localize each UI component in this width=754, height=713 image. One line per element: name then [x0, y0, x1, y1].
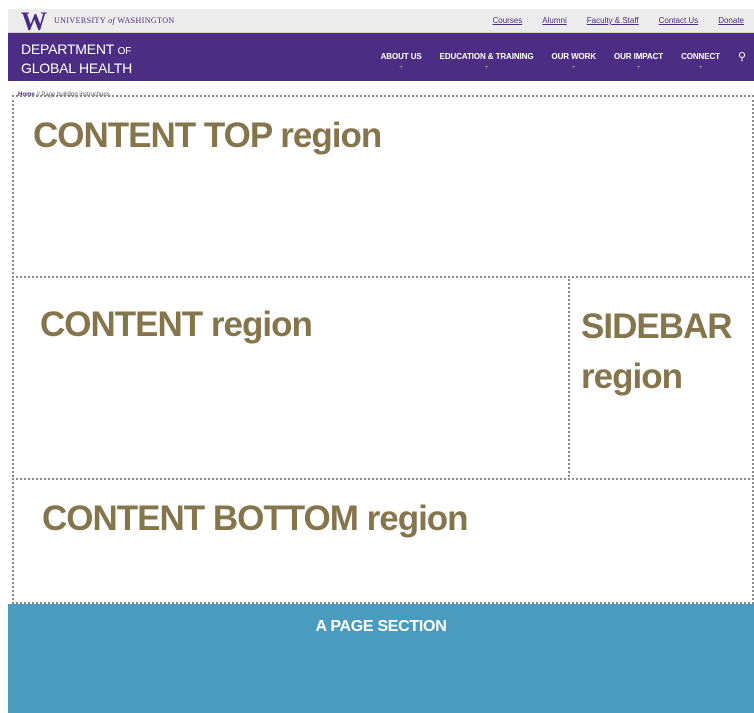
- content-region: CONTENT region: [12, 276, 570, 480]
- uw-logo[interactable]: W: [21, 9, 47, 35]
- university-wordmark[interactable]: UNIVERSITY of WASHINGTON: [54, 15, 175, 27]
- search-icon[interactable]: ⚲: [738, 51, 746, 63]
- main-nav: ABOUT US EDUCATION & TRAINING OUR WORK O…: [381, 51, 746, 63]
- donate-link[interactable]: Donate: [718, 15, 744, 27]
- sidebar-label-line-2: region: [581, 357, 683, 396]
- department-title[interactable]: DEPARTMENT OF GLOBAL HEALTH: [21, 41, 132, 76]
- contact-us-link[interactable]: Contact Us: [659, 15, 699, 27]
- content-bottom-label: CONTENT BOTTOM region: [42, 499, 469, 538]
- nav-connect[interactable]: CONNECT: [681, 51, 720, 63]
- courses-link[interactable]: Courses: [493, 15, 523, 27]
- content-label: CONTENT region: [40, 305, 313, 344]
- wordmark-university: UNIVERSITY: [54, 16, 106, 25]
- sidebar-region: SIDEBAR region: [568, 276, 754, 480]
- nav-about-us[interactable]: ABOUT US: [381, 51, 422, 63]
- nav-our-impact[interactable]: OUR IMPACT: [614, 51, 663, 63]
- site-header: DEPARTMENT OF GLOBAL HEALTH ABOUT US EDU…: [8, 33, 754, 81]
- faculty-staff-link[interactable]: Faculty & Staff: [587, 15, 639, 27]
- sidebar-label-line-1: SIDEBAR: [581, 307, 733, 346]
- wordmark-of: of: [108, 16, 116, 25]
- utility-bar: W UNIVERSITY of WASHINGTON Courses Alumn…: [8, 9, 754, 35]
- wordmark-washington: WASHINGTON: [117, 16, 175, 25]
- content-top-label: CONTENT TOP region: [33, 116, 382, 155]
- department-line-1: DEPARTMENT OF: [21, 41, 132, 60]
- page-section-title: A PAGE SECTION: [315, 618, 447, 635]
- nav-our-work[interactable]: OUR WORK: [551, 51, 596, 63]
- sidebar-label: SIDEBAR region: [581, 302, 733, 402]
- content-bottom-region: CONTENT BOTTOM region: [12, 478, 754, 604]
- utility-links: Courses Alumni Faculty & Staff Contact U…: [493, 15, 745, 27]
- alumni-link[interactable]: Alumni: [542, 15, 566, 27]
- department-word: DEPARTMENT: [21, 41, 114, 57]
- department-of: OF: [117, 46, 132, 57]
- department-line-2: GLOBAL HEALTH: [21, 60, 132, 76]
- content-top-region: CONTENT TOP region: [12, 95, 754, 278]
- nav-education-training[interactable]: EDUCATION & TRAINING: [440, 51, 534, 63]
- page-section: A PAGE SECTION: [8, 604, 754, 713]
